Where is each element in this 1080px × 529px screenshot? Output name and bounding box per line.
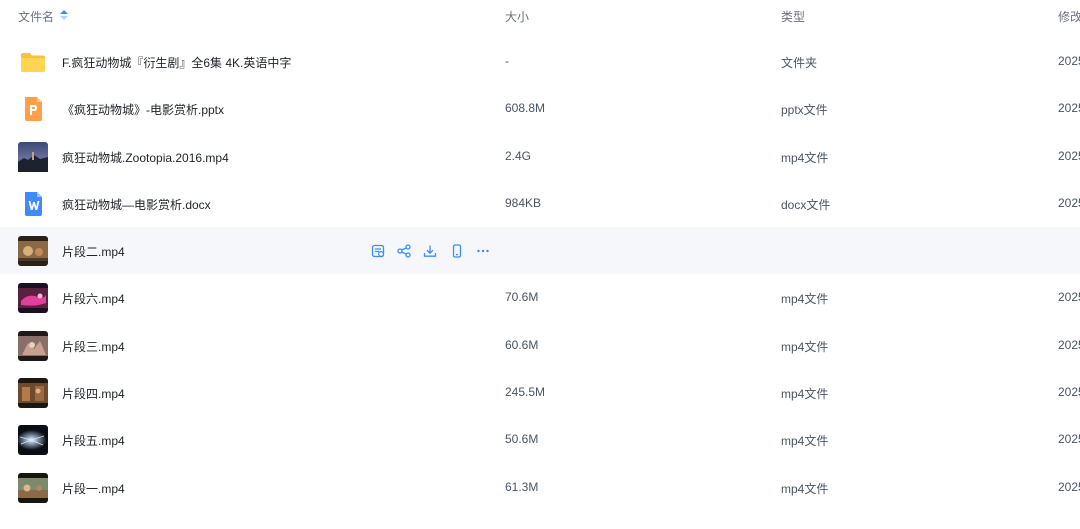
file-row[interactable]: 片段一.mp4 61.3M mp4文件 2025	[0, 464, 1080, 511]
file-row[interactable]: F.疯狂动物城『衍生剧』全6集 4K.英语中字 - 文件夹 2025	[0, 38, 1080, 85]
docx-file-icon	[25, 191, 42, 216]
file-modified: 2025	[1058, 479, 1080, 494]
file-name[interactable]: 疯狂动物城.Zootopia.2016.mp4	[62, 149, 229, 166]
file-name[interactable]: 片段一.mp4	[62, 480, 125, 497]
file-type: mp4文件	[781, 292, 829, 307]
file-row[interactable]: 疯狂动物城—电影赏析.docx 984KB docx文件 2025	[0, 180, 1080, 227]
file-name[interactable]: 片段六.mp4	[62, 290, 125, 307]
file-modified: 2025	[1058, 385, 1080, 400]
file-row[interactable]: 片段六.mp4 70.6M mp4文件 2025	[0, 274, 1080, 321]
file-name[interactable]: 片段五.mp4	[62, 432, 125, 449]
file-type: mp4文件	[781, 434, 829, 449]
file-name[interactable]: 片段四.mp4	[62, 385, 125, 402]
file-row-hovered[interactable]: 片段二.mp4	[0, 227, 1080, 275]
column-header-modified[interactable]: 修改	[1058, 8, 1080, 25]
file-modified: 2025	[1058, 432, 1080, 447]
file-type: pptx文件	[781, 103, 828, 118]
file-type: mp4文件	[781, 150, 829, 165]
file-modified: 2025	[1058, 101, 1080, 116]
file-name[interactable]: 疯狂动物城—电影赏析.docx	[62, 196, 211, 213]
file-name[interactable]: 《疯狂动物城》-电影赏析.pptx	[62, 101, 224, 118]
file-type: mp4文件	[781, 339, 829, 354]
file-list: F.疯狂动物城『衍生剧』全6集 4K.英语中字 - 文件夹 2025 《疯狂动物…	[0, 38, 1080, 511]
column-header-name[interactable]: 文件名	[18, 8, 54, 25]
file-size: 608.8M	[505, 101, 546, 116]
file-modified: 2025	[1058, 54, 1080, 68]
column-header-type[interactable]: 类型	[781, 8, 805, 25]
phone-icon[interactable]	[449, 243, 465, 259]
file-row[interactable]: 片段四.mp4 245.5M mp4文件 2025	[0, 369, 1080, 416]
file-list-header: 文件名 大小 类型 修改	[0, 0, 1080, 32]
file-modified: 2025	[1058, 195, 1080, 210]
video-thumbnail	[18, 378, 48, 409]
file-size: 70.6M	[505, 290, 539, 305]
file-type: 文件夹	[781, 56, 818, 70]
video-thumbnail	[18, 425, 48, 456]
column-header-size[interactable]: 大小	[505, 8, 529, 25]
more-icon[interactable]	[475, 243, 491, 259]
share-icon[interactable]	[396, 243, 412, 259]
video-thumbnail	[18, 236, 48, 267]
file-row[interactable]: 片段三.mp4 60.6M mp4文件 2025	[0, 322, 1080, 369]
pptx-file-icon	[25, 97, 42, 122]
sort-icon[interactable]	[60, 10, 68, 20]
file-modified: 2025	[1058, 148, 1080, 163]
file-size: 2.4G	[505, 148, 532, 163]
save-icon[interactable]	[370, 243, 386, 259]
file-type: mp4文件	[781, 387, 829, 402]
video-thumbnail	[18, 141, 48, 172]
folder-icon	[21, 53, 45, 72]
file-size: 61.3M	[505, 479, 539, 494]
file-row[interactable]: 片段五.mp4 50.6M mp4文件 2025	[0, 416, 1080, 463]
video-thumbnail	[18, 283, 48, 314]
video-thumbnail	[18, 472, 48, 503]
file-row[interactable]: 《疯狂动物城》-电影赏析.pptx 608.8M pptx文件 2025	[0, 85, 1080, 132]
file-name[interactable]: 片段二.mp4	[62, 243, 125, 260]
file-name[interactable]: F.疯狂动物城『衍生剧』全6集 4K.英语中字	[62, 54, 291, 71]
file-size: -	[505, 54, 509, 68]
file-size: 984KB	[505, 195, 542, 210]
file-row[interactable]: 疯狂动物城.Zootopia.2016.mp4 2.4G mp4文件 2025	[0, 133, 1080, 180]
file-modified: 2025	[1058, 290, 1080, 305]
file-name[interactable]: 片段三.mp4	[62, 338, 125, 355]
file-modified: 2025	[1058, 337, 1080, 352]
file-size: 50.6M	[505, 432, 539, 447]
file-size: 245.5M	[505, 385, 546, 400]
file-size: 60.6M	[505, 337, 539, 352]
download-icon[interactable]	[422, 243, 438, 259]
file-type: mp4文件	[781, 481, 829, 496]
video-thumbnail	[18, 330, 48, 361]
file-type: docx文件	[781, 197, 831, 212]
